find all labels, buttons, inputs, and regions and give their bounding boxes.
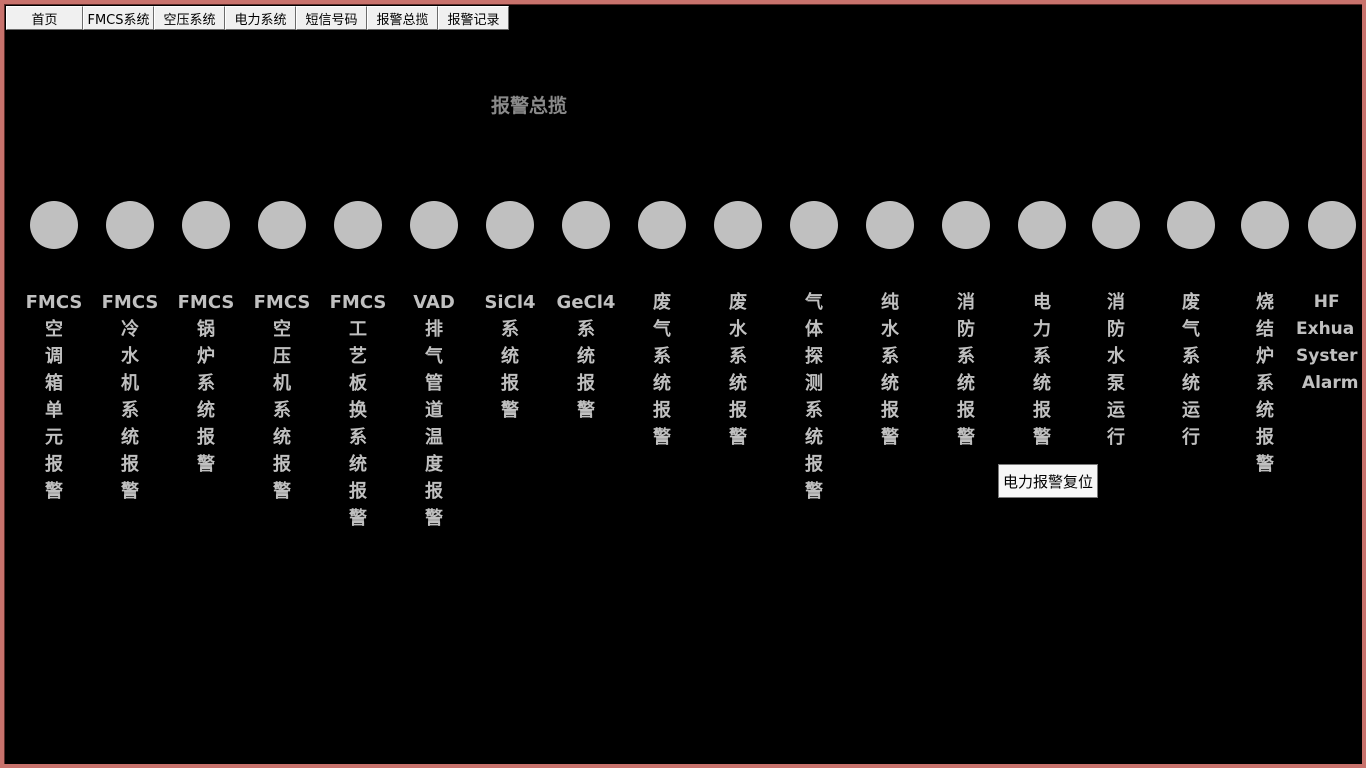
alarm-label: FMCS 锅 炉 系 统 报 警 — [177, 292, 235, 475]
alarm-label: 烧 结 炉 系 统 报 警 — [1256, 292, 1274, 475]
alarm-label: 气 体 探 测 系 统 报 警 — [805, 292, 823, 502]
alarm-lamp — [182, 201, 230, 249]
alarm-lamp — [410, 201, 458, 249]
alarm-label: 消 防 系 统 报 警 — [957, 292, 975, 448]
alarm-label: FMCS 工 艺 板 换 系 统 报 警 — [329, 292, 387, 529]
alarm-label: FMCS 空 压 机 系 统 报 警 — [253, 292, 311, 502]
alarm-label: 废 气 系 统 运 行 — [1182, 292, 1200, 448]
alarm-lamp — [714, 201, 762, 249]
app-window: 首页 FMCS系统 空压系统 电力系统 短信号码 报警总揽 报警记录 报警总揽 … — [0, 0, 1366, 768]
alarm-label: GeCl4 系 统 报 警 — [556, 292, 616, 421]
alarm-indicator-panel: FMCS 空 调 箱 单 元 报 警 FMCS 冷 水 机 系 统 报 警 FM… — [5, 5, 1362, 764]
alarm-lamp — [334, 201, 382, 249]
alarm-lamp — [942, 201, 990, 249]
alarm-lamp — [790, 201, 838, 249]
alarm-label: VAD 排 气 管 道 温 度 报 警 — [413, 292, 455, 529]
alarm-label: 纯 水 系 统 报 警 — [881, 292, 899, 448]
content-area: 首页 FMCS系统 空压系统 电力系统 短信号码 报警总揽 报警记录 报警总揽 … — [4, 4, 1362, 764]
alarm-lamp — [638, 201, 686, 249]
alarm-lamp — [486, 201, 534, 249]
alarm-lamp — [30, 201, 78, 249]
alarm-lamp — [1308, 201, 1356, 249]
alarm-label: SiCl4 系 统 报 警 — [484, 292, 536, 421]
alarm-label: HF Exhua Syster Alarm — [1296, 292, 1359, 393]
alarm-lamp — [1018, 201, 1066, 249]
alarm-label: FMCS 空 调 箱 单 元 报 警 — [25, 292, 83, 502]
alarm-lamp — [1092, 201, 1140, 249]
alarm-label: 电 力 系 统 报 警 — [1033, 292, 1051, 448]
alarm-label: 废 气 系 统 报 警 — [653, 292, 671, 448]
alarm-lamp — [258, 201, 306, 249]
alarm-lamp — [1167, 201, 1215, 249]
alarm-label: 消 防 水 泵 运 行 — [1107, 292, 1125, 448]
alarm-lamp — [106, 201, 154, 249]
alarm-label: FMCS 冷 水 机 系 统 报 警 — [101, 292, 159, 502]
alarm-lamp — [1241, 201, 1289, 249]
alarm-lamp — [562, 201, 610, 249]
alarm-label: 废 水 系 统 报 警 — [729, 292, 747, 448]
alarm-lamp — [866, 201, 914, 249]
power-alarm-reset-button[interactable]: 电力报警复位 — [998, 464, 1098, 498]
